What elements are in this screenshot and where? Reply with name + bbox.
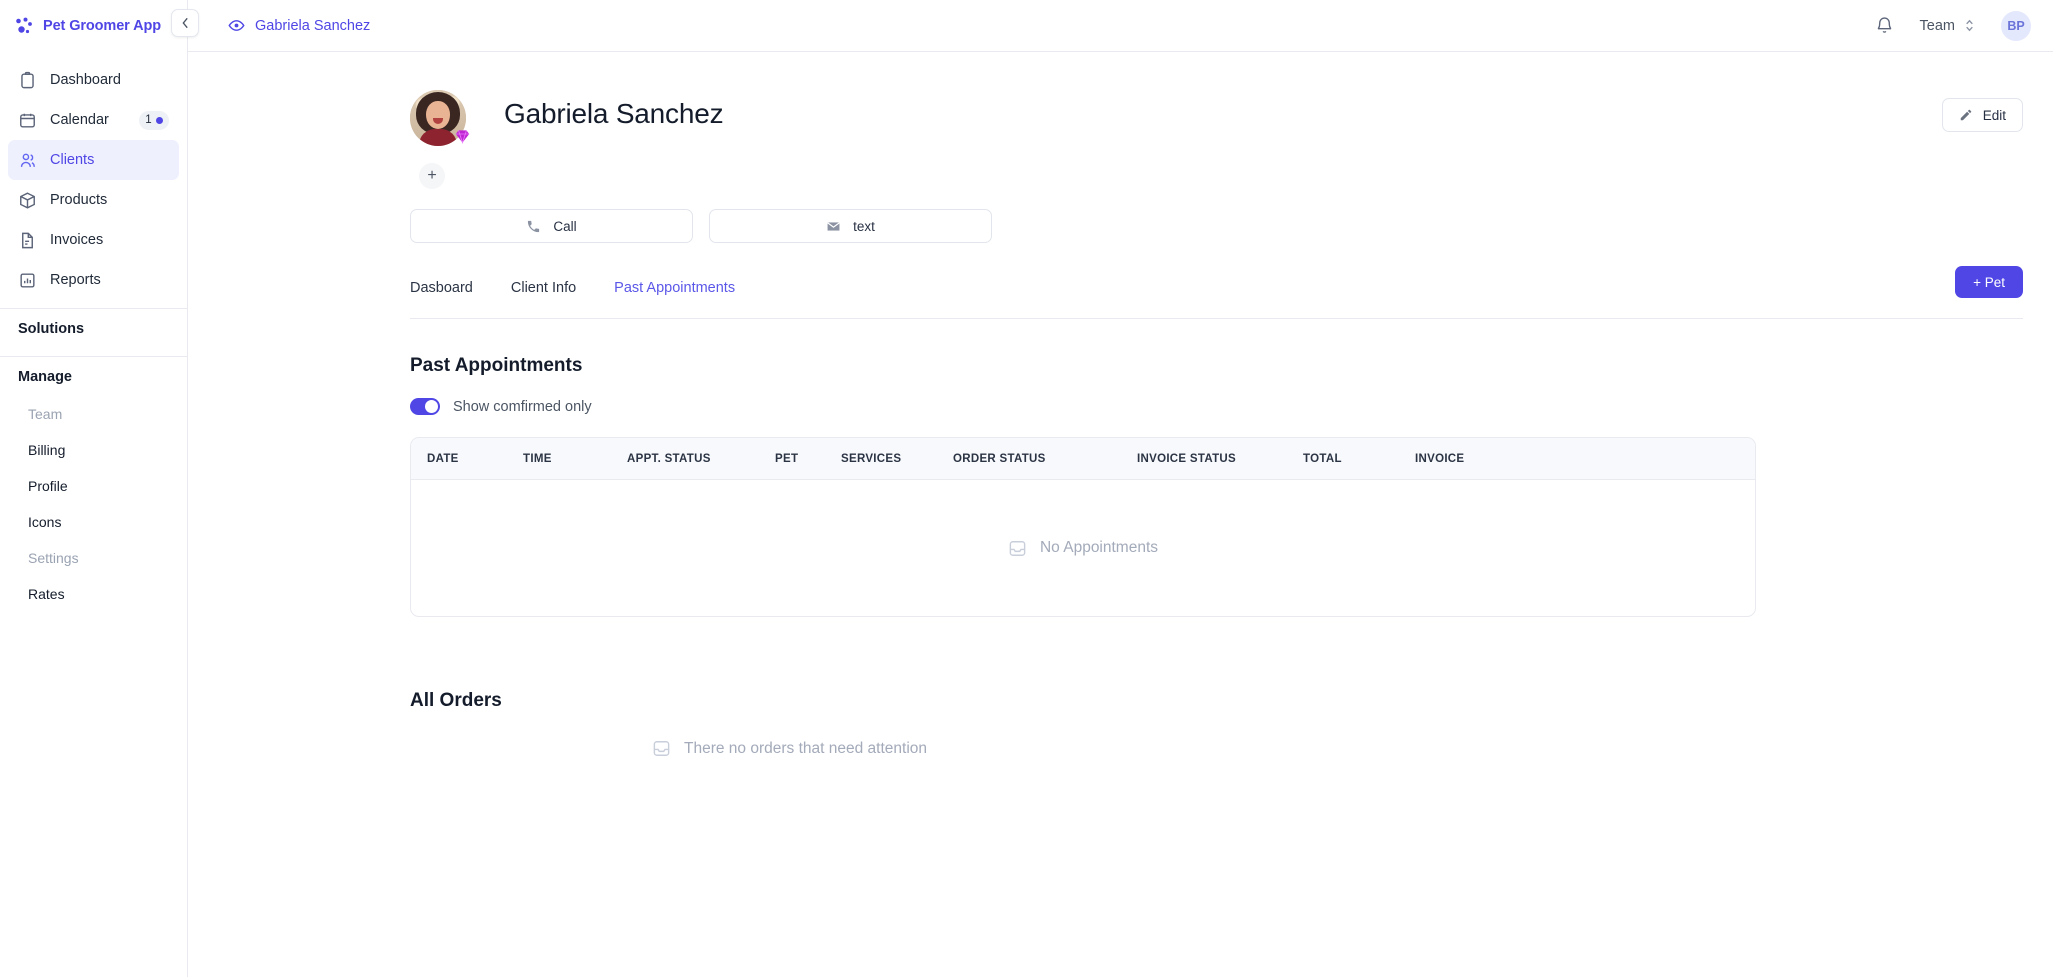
call-button-label: Call — [553, 218, 577, 234]
phone-icon — [528, 220, 540, 232]
sidebar-item-label: Products — [50, 192, 108, 208]
call-button[interactable]: Call — [410, 209, 693, 243]
gem-icon — [455, 130, 470, 144]
pencil-icon — [1960, 109, 1971, 121]
sidebar-item-label: Calendar — [50, 112, 109, 128]
text-button[interactable]: text — [709, 209, 992, 243]
box-icon — [20, 191, 35, 209]
envelope-icon — [827, 221, 840, 231]
all-orders-empty-label: There no orders that need attention — [684, 739, 927, 757]
column-header-total[interactable]: TOTAL — [1303, 453, 1415, 465]
column-header-order-status[interactable]: ORDER STATUS — [953, 453, 1137, 465]
team-selector[interactable]: Team — [1920, 18, 1975, 34]
document-icon — [22, 232, 33, 248]
eye-icon — [228, 20, 245, 31]
table-header-row: DATE TIME APPT. STATUS PET SERVICES ORDE… — [411, 438, 1755, 480]
sidebar-item-dashboard[interactable]: Dashboard — [8, 60, 179, 100]
column-header-invoice[interactable]: INVOICE — [1415, 453, 1505, 465]
toggle-knob — [425, 400, 438, 413]
column-header-time[interactable]: TIME — [523, 453, 627, 465]
sidebar-item-label: Dashboard — [50, 72, 121, 88]
topbar: Gabriela Sanchez Team BP — [171, 0, 2053, 52]
column-header-services[interactable]: SERVICES — [841, 453, 953, 465]
inbox-icon — [653, 741, 670, 756]
contact-actions: Call text — [410, 209, 2023, 243]
sidebar-item-products[interactable]: Products — [8, 180, 179, 220]
sidebar-item-invoices[interactable]: Invoices — [8, 220, 179, 260]
breadcrumb[interactable]: Gabriela Sanchez — [228, 17, 370, 34]
all-orders-title: All Orders — [410, 690, 502, 711]
column-header-invoice-status[interactable]: INVOICE STATUS — [1137, 453, 1303, 465]
bar-chart-icon — [20, 272, 35, 288]
sidebar-item-billing[interactable]: Billing — [0, 432, 187, 468]
sidebar-item-label: Clients — [50, 152, 95, 168]
page-title: Gabriela Sanchez — [504, 98, 724, 129]
content-inner: Gabriela Sanchez Edit + Call text Dasboa… — [188, 86, 2053, 758]
inbox-icon — [1009, 540, 1026, 556]
tab-bar: Dasboard Client Info Past Appointments +… — [410, 266, 2023, 319]
chevron-left-icon — [181, 17, 188, 29]
sidebar-item-settings[interactable]: Settings — [0, 540, 187, 576]
add-pet-chip-button[interactable]: + — [419, 163, 445, 189]
client-profile-header: Gabriela Sanchez Edit — [410, 86, 2023, 146]
client-avatar[interactable] — [410, 90, 470, 146]
edit-button-label: Edit — [1982, 107, 2006, 123]
tab-past-appointments[interactable]: Past Appointments — [614, 280, 735, 296]
calendar-badge-count: 1 — [145, 114, 152, 126]
user-avatar[interactable]: BP — [2001, 10, 2031, 41]
sidebar-item-calendar[interactable]: Calendar 1 — [8, 100, 179, 140]
show-confirmed-only-toggle[interactable] — [410, 398, 440, 415]
brand-name: Pet Groomer App — [43, 18, 162, 34]
sidebar-item-label: Reports — [50, 272, 101, 288]
sidebar-item-team[interactable]: Team — [0, 396, 187, 432]
breadcrumb-label: Gabriela Sanchez — [255, 17, 371, 34]
show-confirmed-only-row: Show comfirmed only — [410, 398, 2023, 415]
tab-dasboard[interactable]: Dasboard — [410, 280, 473, 296]
column-header-appt-status[interactable]: APPT. STATUS — [627, 453, 775, 465]
page-content: Gabriela Sanchez Edit + Call text Dasboa… — [188, 52, 2053, 977]
past-appointments-table: DATE TIME APPT. STATUS PET SERVICES ORDE… — [410, 437, 1756, 617]
main-area: Gabriela Sanchez Team BP Gabriela Sanche… — [171, 0, 2053, 977]
paw-dots-icon — [16, 17, 32, 34]
app-root: Pet Groomer App Dashboard Calendar 1 Cli… — [0, 0, 2053, 977]
sidebar-collapse-button[interactable] — [171, 9, 199, 37]
show-confirmed-only-label: Show comfirmed only — [453, 398, 592, 415]
column-header-date[interactable]: DATE — [427, 453, 523, 465]
sidebar-item-rates[interactable]: Rates — [0, 576, 187, 612]
table-empty-label: No Appointments — [1039, 539, 1159, 556]
sidebar-item-label: Invoices — [50, 232, 104, 248]
sidebar-section-manage: Manage — [18, 368, 72, 385]
users-icon — [20, 153, 35, 167]
sidebar-item-icons[interactable]: Icons — [0, 504, 187, 540]
table-empty-state: No Appointments — [411, 480, 1755, 616]
calendar-badge: 1 — [139, 110, 169, 130]
sidebar: Pet Groomer App Dashboard Calendar 1 Cli… — [0, 0, 188, 977]
sidebar-nav: Dashboard Calendar 1 Clients Products In… — [0, 52, 187, 300]
text-button-label: text — [853, 218, 875, 234]
tab-client-info[interactable]: Client Info — [511, 280, 576, 296]
sidebar-item-clients[interactable]: Clients — [8, 140, 179, 180]
add-pet-button[interactable]: + Pet — [1955, 266, 2023, 298]
all-orders-empty-state: There no orders that need attention — [410, 739, 2023, 758]
bell-icon[interactable] — [1875, 16, 1894, 35]
past-appointments-title: Past Appointments — [410, 355, 583, 376]
badge-dot-icon — [155, 116, 163, 124]
calendar-icon — [20, 113, 35, 128]
sidebar-item-reports[interactable]: Reports — [8, 260, 179, 300]
edit-button[interactable]: Edit — [1941, 98, 2023, 132]
sidebar-item-profile[interactable]: Profile — [0, 468, 187, 504]
clipboard-icon — [21, 71, 34, 88]
column-header-pet[interactable]: PET — [775, 453, 841, 465]
team-selector-label: Team — [1919, 17, 1955, 34]
chevron-up-down-icon — [1966, 19, 1973, 32]
sidebar-section-solutions: Solutions — [18, 320, 85, 337]
topbar-right: Team BP — [1875, 10, 2031, 41]
brand[interactable]: Pet Groomer App — [0, 0, 187, 52]
